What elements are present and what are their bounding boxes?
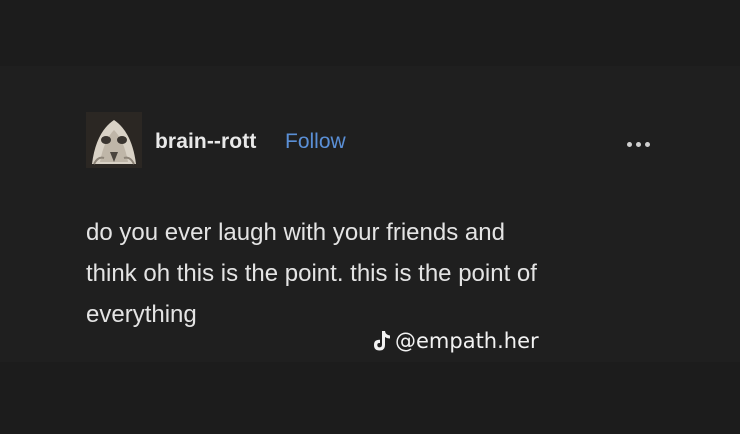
post-line: do you ever laugh with your friends and bbox=[86, 219, 505, 246]
top-band bbox=[0, 0, 740, 66]
screenshot-frame: brain--rott Follow do you ever laugh wit… bbox=[0, 0, 740, 434]
watermark: @empath.her bbox=[370, 329, 539, 353]
post-text: do you ever laugh with your friends and … bbox=[86, 212, 666, 335]
bottom-band bbox=[0, 362, 740, 434]
watermark-handle: @empath.her bbox=[395, 329, 539, 353]
more-dot bbox=[626, 141, 632, 147]
username[interactable]: brain--rott bbox=[155, 130, 256, 154]
more-options-icon[interactable] bbox=[620, 134, 656, 154]
post-line: think oh this is the point. this is the … bbox=[86, 260, 537, 287]
avatar-image bbox=[86, 112, 142, 168]
avatar[interactable] bbox=[86, 112, 142, 168]
follow-button[interactable]: Follow bbox=[285, 130, 346, 154]
more-dot bbox=[644, 141, 650, 147]
more-dot bbox=[635, 141, 641, 147]
tiktok-icon bbox=[374, 331, 390, 351]
